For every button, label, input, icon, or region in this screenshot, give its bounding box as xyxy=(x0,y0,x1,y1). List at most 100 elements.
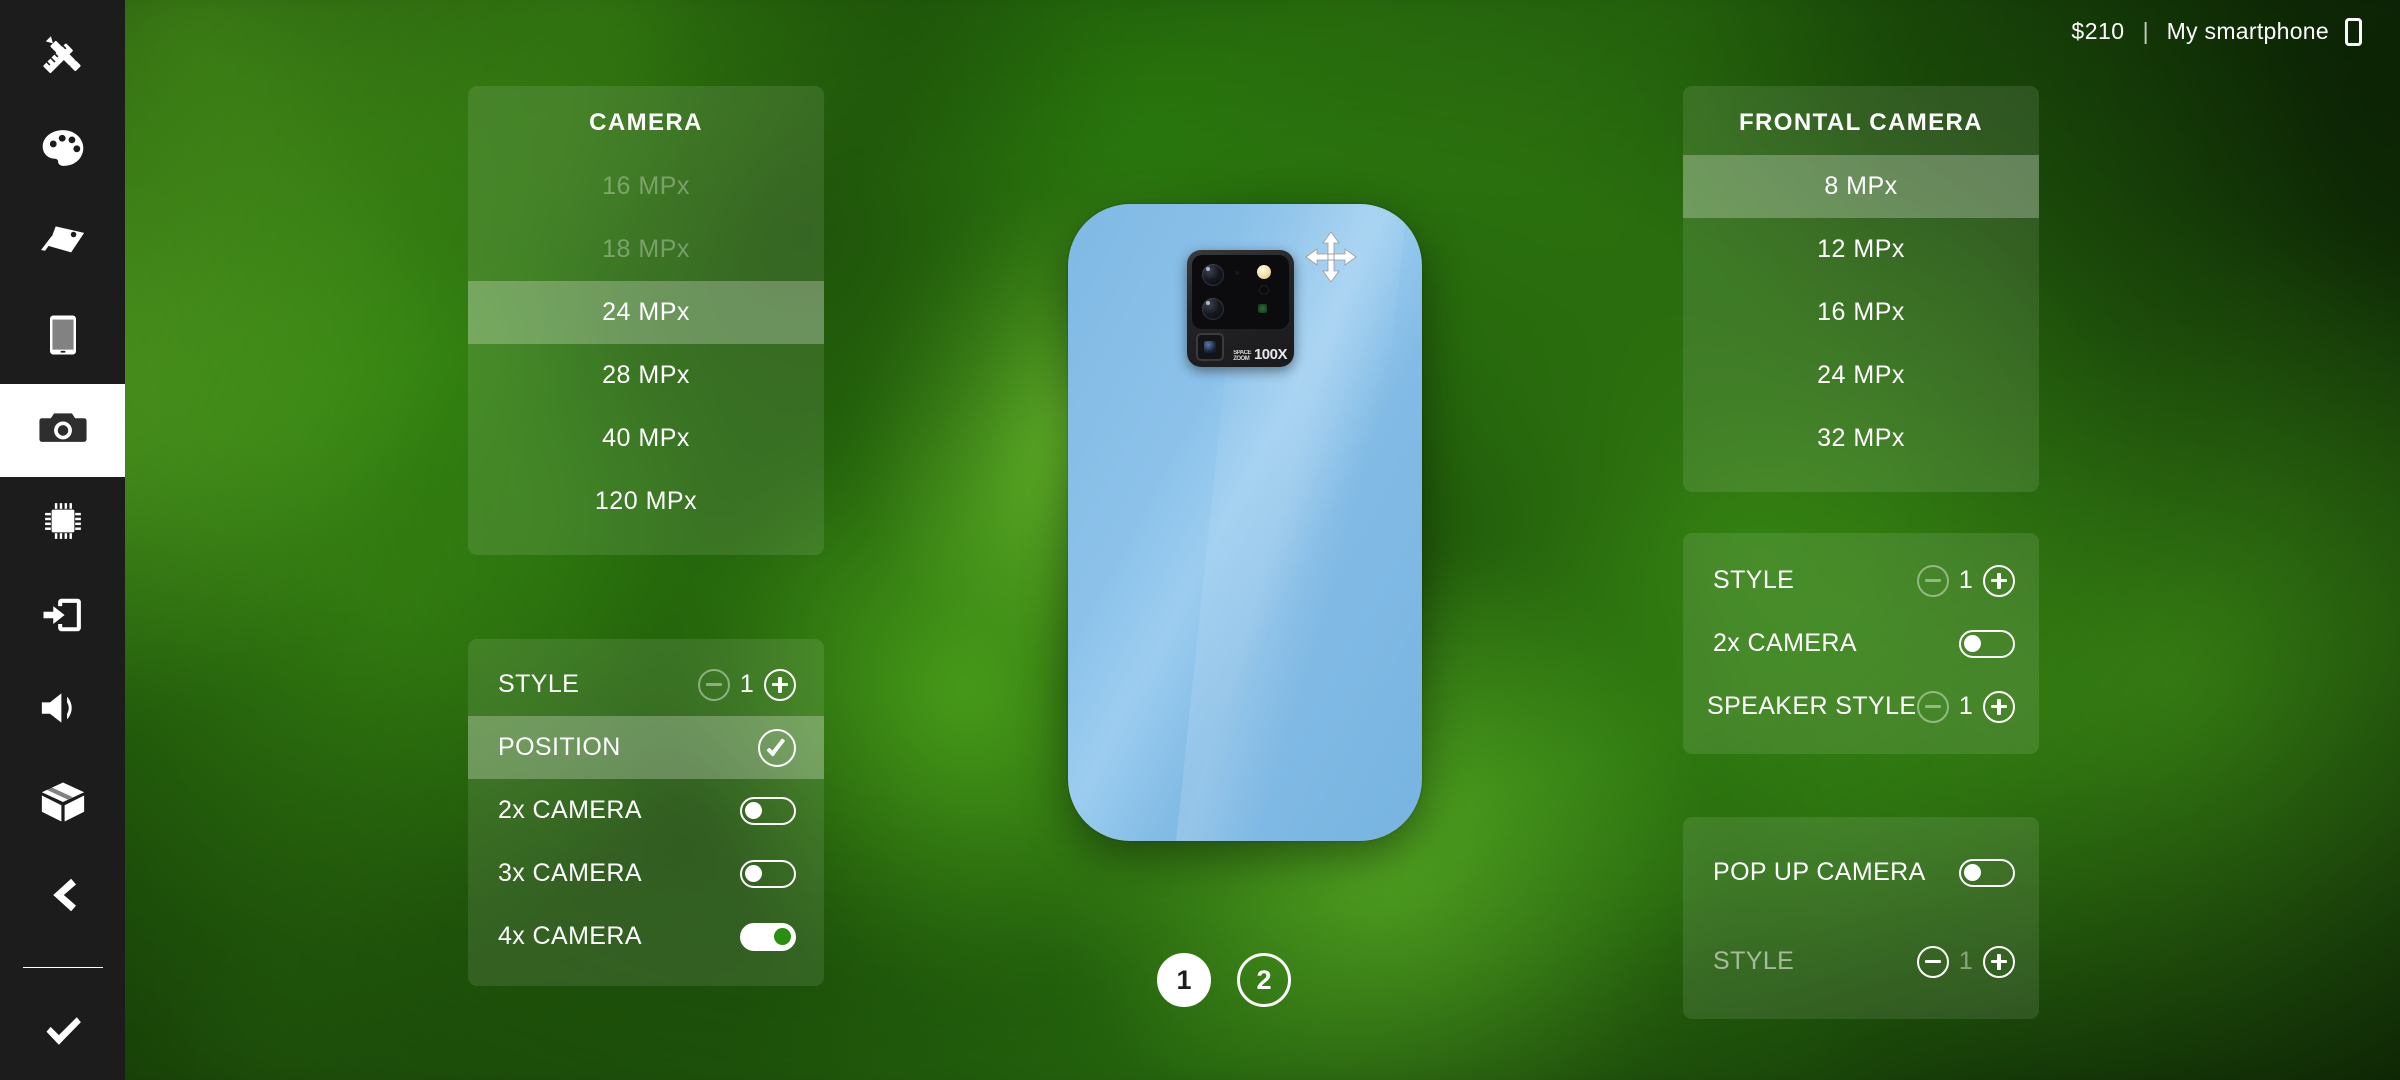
sidebar-item-processor[interactable] xyxy=(0,477,125,570)
camera-option-28mpx[interactable]: 28 MPx xyxy=(468,344,824,407)
palette-icon xyxy=(37,122,89,179)
speaker-style-decrement-button[interactable] xyxy=(1917,690,1949,723)
frontal-option-8mpx[interactable]: 8 MPx xyxy=(1683,155,2039,218)
popup-top-spacer xyxy=(1683,817,2039,841)
frontal-option-12mpx[interactable]: 12 MPx xyxy=(1683,218,2039,281)
camera-3x-toggle[interactable] xyxy=(740,859,796,888)
frontal-settings-bottom-spacer xyxy=(1683,738,2039,754)
camera-style-stepper: 1 xyxy=(698,668,796,701)
sidebar-item-ports[interactable] xyxy=(0,571,125,664)
sidebar-item-sound[interactable] xyxy=(0,664,125,757)
camera-3x-label: 3x CAMERA xyxy=(498,859,642,887)
popup-camera-panel: POP UP CAMERA STYLE 1 xyxy=(1683,817,2039,1019)
camera-4x-row: 4x CAMERA xyxy=(468,905,824,968)
phone-icon xyxy=(2345,17,2362,46)
flash-icon xyxy=(1257,265,1271,279)
configurator-app: $210 | My smartphone CAMERA 16 MPx 1 8 MP… xyxy=(0,0,2400,1080)
phone-body[interactable]: SPACE ZOOM 100X xyxy=(1068,204,1422,841)
camera-panel-title: CAMERA xyxy=(589,109,703,136)
periscope-zoom-lens-icon xyxy=(1196,333,1224,361)
sidebar-item-camera[interactable] xyxy=(0,383,125,478)
sidebar-item-package[interactable] xyxy=(0,758,125,851)
sidebar-item-material[interactable] xyxy=(0,197,125,290)
sidebar-item-screen[interactable] xyxy=(0,290,125,383)
camera-2x-row: 2x CAMERA xyxy=(468,779,824,842)
wide-lens-icon xyxy=(1202,298,1224,320)
popup-style-row: STYLE 1 xyxy=(1683,930,2039,993)
space-zoom-text: SPACE ZOOM xyxy=(1233,350,1251,362)
camera-4x-label: 4x CAMERA xyxy=(498,922,642,950)
speaker-style-increment-button[interactable] xyxy=(1983,690,2015,723)
toggle-knob xyxy=(745,801,762,819)
frontal-option-24mpx[interactable]: 24 MPx xyxy=(1683,344,2039,407)
camera-style-label: STYLE xyxy=(498,670,580,698)
check-icon xyxy=(41,1009,85,1058)
pagination-page-2[interactable]: 2 xyxy=(1237,953,1291,1007)
popup-mid-spacer xyxy=(1683,904,2039,930)
camera-3x-row: 3x CAMERA xyxy=(468,842,824,905)
popup-camera-row: POP UP CAMERA xyxy=(1683,841,2039,904)
pagination-page-1[interactable]: 1 xyxy=(1157,953,1211,1007)
toggle-knob xyxy=(745,864,762,882)
lens-specular xyxy=(1206,267,1210,271)
chip-icon xyxy=(37,495,89,552)
camera-settings-panel: STYLE 1 POSITION 2x CAMERA 3x CAMERA 4x … xyxy=(468,639,824,986)
popup-camera-toggle[interactable] xyxy=(1959,858,2015,887)
camera-option-120mpx[interactable]: 120 MPx xyxy=(468,470,824,533)
camera-module[interactable]: SPACE ZOOM 100X xyxy=(1187,250,1294,367)
frontal-style-label: STYLE xyxy=(1713,566,1795,594)
camera-style-increment-button[interactable] xyxy=(764,668,796,701)
sidebar-item-color[interactable] xyxy=(0,103,125,196)
laser-af-icon xyxy=(1258,304,1267,313)
sidebar-item-back[interactable] xyxy=(0,851,125,944)
frontal-style-decrement-button[interactable] xyxy=(1917,564,1949,597)
popup-bottom-spacer xyxy=(1683,993,2039,1019)
frontal-option-32mpx[interactable]: 32 MPx xyxy=(1683,407,2039,470)
microphone-dot-icon xyxy=(1235,271,1239,275)
speaker-style-stepper: 1 xyxy=(1917,690,2015,723)
popup-style-label: STYLE xyxy=(1713,947,1795,975)
frontal-option-16mpx[interactable]: 16 MPx xyxy=(1683,281,2039,344)
phone-preview[interactable]: SPACE ZOOM 100X xyxy=(1068,204,1422,841)
lens-specular xyxy=(1206,301,1210,305)
camera-position-label: POSITION xyxy=(498,733,621,761)
speaker-style-value: 1 xyxy=(1958,692,1974,720)
box-icon xyxy=(37,776,89,833)
camera-icon xyxy=(37,402,89,459)
camera-4x-toggle[interactable] xyxy=(740,922,796,951)
camera-position-check-icon[interactable] xyxy=(758,728,796,767)
frontal-2x-row: 2x CAMERA xyxy=(1683,612,2039,675)
camera-style-decrement-button[interactable] xyxy=(698,668,730,701)
main-lens-icon xyxy=(1202,264,1224,286)
popup-style-decrement-button[interactable] xyxy=(1917,945,1949,978)
frontal-2x-label: 2x CAMERA xyxy=(1713,629,1857,657)
header: $210 | My smartphone xyxy=(2071,0,2400,62)
camera-lens-field xyxy=(1192,255,1289,329)
camera-2x-label: 2x CAMERA xyxy=(498,796,642,824)
speaker-style-row: SPEAKER STYLE 1 xyxy=(1683,675,2039,738)
camera-2x-toggle[interactable] xyxy=(740,796,796,825)
device-name-label[interactable]: My smartphone xyxy=(2167,18,2329,45)
settings-bottom-spacer xyxy=(468,968,824,986)
frontal-2x-toggle[interactable] xyxy=(1959,629,2015,658)
popup-style-stepper: 1 xyxy=(1917,945,2015,978)
sidebar-divider xyxy=(22,966,103,969)
camera-panel-spacer xyxy=(468,533,824,555)
frontal-settings-top-spacer xyxy=(1683,533,2039,549)
layers-icon xyxy=(37,215,89,272)
frontal-style-stepper: 1 xyxy=(1917,564,2015,597)
camera-option-40mpx[interactable]: 40 MPx xyxy=(468,407,824,470)
speaker-icon xyxy=(37,682,89,739)
camera-module-label: SPACE ZOOM 100X xyxy=(1233,347,1287,362)
camera-option-16mpx: 16 MPx xyxy=(602,172,690,200)
frontal-settings-panel: STYLE 1 2x CAMERA SPEAKER STYLE 1 xyxy=(1683,533,2039,754)
camera-position-row[interactable]: POSITION xyxy=(468,716,824,779)
port-share-icon xyxy=(37,589,89,646)
sidebar-item-design[interactable] xyxy=(0,10,125,103)
camera-option-24mpx[interactable]: 24 MPx xyxy=(468,281,824,344)
popup-style-increment-button[interactable] xyxy=(1983,945,2015,978)
frontal-style-increment-button[interactable] xyxy=(1983,564,2015,597)
toggle-knob xyxy=(1964,634,1981,652)
sidebar-item-confirm[interactable] xyxy=(0,986,125,1079)
frontal-panel-spacer xyxy=(1683,470,2039,492)
